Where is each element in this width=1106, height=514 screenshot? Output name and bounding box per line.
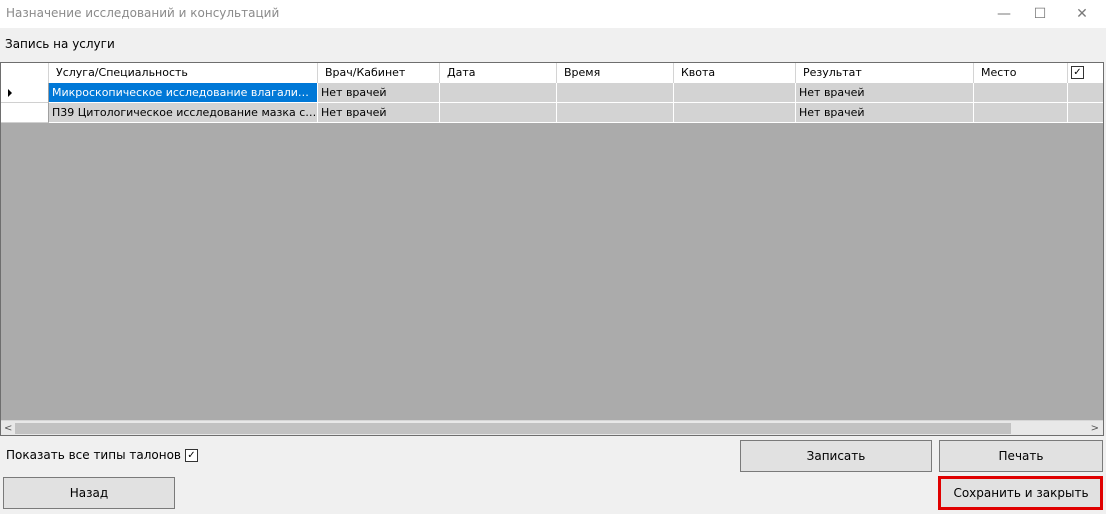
column-header-service[interactable]: Услуга/Специальность: [49, 63, 318, 83]
checkmark-icon: ✓: [1073, 67, 1082, 78]
column-header-doctor[interactable]: Врач/Кабинет: [318, 63, 440, 83]
column-header-quota[interactable]: Квота: [674, 63, 796, 83]
cell-result[interactable]: Нет врачей: [796, 83, 974, 103]
column-header-place[interactable]: Место: [974, 63, 1068, 83]
cell-date[interactable]: [440, 103, 557, 123]
zapisat-button[interactable]: Записать: [740, 440, 932, 472]
column-header-date[interactable]: Дата: [440, 63, 557, 83]
cell-select[interactable]: [1068, 103, 1103, 123]
title-bar: Назначение исследований и консультаций —…: [0, 0, 1106, 28]
cell-quota[interactable]: [674, 103, 796, 123]
grid-header: Услуга/Специальность Врач/Кабинет Дата В…: [1, 63, 1103, 84]
table-row[interactable]: Микроскопическое исследование влагалищны…: [1, 83, 1103, 103]
table-row[interactable]: П39 Цитологическое исследование мазка с …: [1, 103, 1103, 123]
column-header-result[interactable]: Результат: [796, 63, 974, 83]
cell-service[interactable]: Микроскопическое исследование влагалищны…: [49, 83, 318, 103]
cell-quota[interactable]: [674, 83, 796, 103]
back-button[interactable]: Назад: [3, 477, 175, 509]
maximize-icon[interactable]: ☐: [1022, 0, 1058, 28]
column-header-time[interactable]: Время: [557, 63, 674, 83]
cell-service[interactable]: П39 Цитологическое исследование мазка с …: [49, 103, 318, 123]
show-all-ticket-types[interactable]: Показать все типы талонов ✓: [6, 448, 198, 462]
cell-time[interactable]: [557, 83, 674, 103]
current-row-arrow-icon: [8, 89, 12, 97]
window-title: Назначение исследований и консультаций: [6, 6, 280, 20]
scrollbar-thumb[interactable]: [15, 423, 1011, 434]
cell-place[interactable]: [974, 83, 1068, 103]
cell-place[interactable]: [974, 103, 1068, 123]
show-all-label: Показать все типы талонов: [6, 448, 181, 462]
cell-date[interactable]: [440, 83, 557, 103]
cell-select[interactable]: [1068, 83, 1103, 103]
row-header-corner: [1, 63, 49, 83]
show-all-checkbox[interactable]: ✓: [184, 448, 198, 462]
section-label: Запись на услуги: [5, 37, 115, 51]
print-button[interactable]: Печать: [939, 440, 1103, 472]
scroll-right-arrow-icon[interactable]: >: [1091, 421, 1099, 435]
scroll-left-arrow-icon[interactable]: <: [4, 421, 12, 435]
cell-doctor[interactable]: Нет врачей: [318, 103, 440, 123]
highlight-frame: [938, 476, 1103, 510]
checkmark-icon: ✓: [187, 449, 196, 461]
cell-doctor[interactable]: Нет врачей: [318, 83, 440, 103]
row-header[interactable]: [1, 83, 49, 103]
cell-time[interactable]: [557, 103, 674, 123]
horizontal-scrollbar[interactable]: < >: [1, 420, 1103, 435]
close-icon[interactable]: ✕: [1064, 0, 1100, 28]
cell-result[interactable]: Нет врачей: [796, 103, 974, 123]
dialog-window: Назначение исследований и консультаций —…: [0, 0, 1106, 514]
row-header[interactable]: [1, 103, 49, 123]
minimize-icon[interactable]: —: [986, 0, 1022, 28]
select-all-checkbox[interactable]: ✓: [1071, 66, 1084, 79]
services-grid[interactable]: Услуга/Специальность Врач/Кабинет Дата В…: [0, 62, 1104, 436]
